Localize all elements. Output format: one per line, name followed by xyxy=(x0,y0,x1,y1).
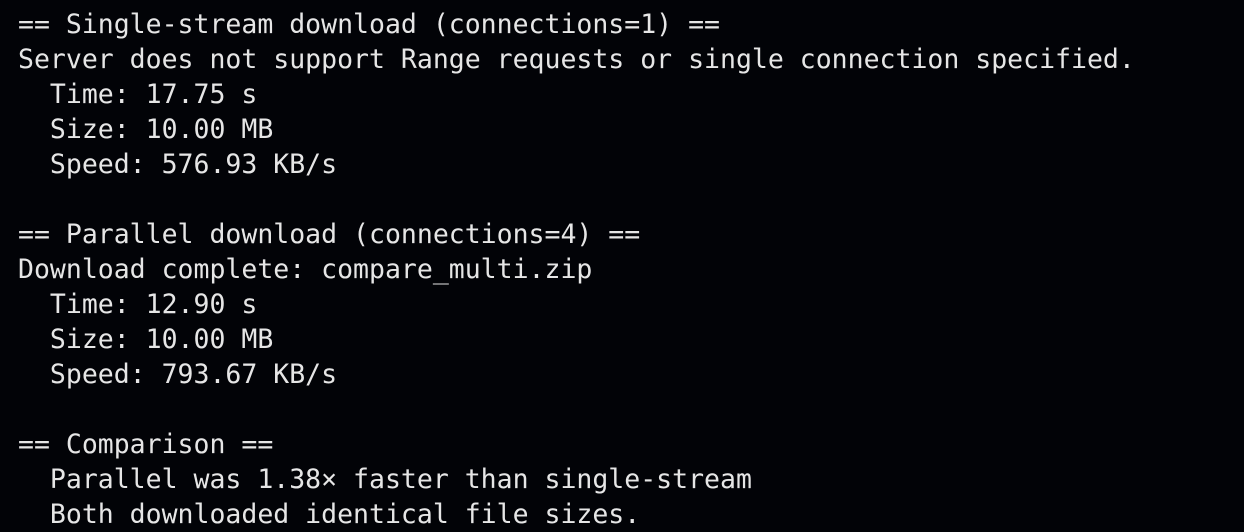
single-time: Time: 17.75 s xyxy=(18,79,258,110)
single-status-message: Server does not support Range requests o… xyxy=(18,44,1135,75)
section-header-single: == Single-stream download (connections=1… xyxy=(18,9,720,40)
parallel-size: Size: 10.00 MB xyxy=(18,324,274,355)
terminal-window[interactable]: (py3.) py @ p , [, p , py == Single-stre… xyxy=(0,0,1244,532)
parallel-status-message: Download complete: compare_multi.zip xyxy=(18,254,593,285)
section-header-comparison: == Comparison == xyxy=(18,429,274,460)
single-size: Size: 10.00 MB xyxy=(18,114,274,145)
single-speed: Speed: 576.93 KB/s xyxy=(18,149,338,180)
terminal-output: == Single-stream download (connections=1… xyxy=(18,7,1244,532)
comparison-speedup: Parallel was 1.38× faster than single-st… xyxy=(18,464,752,495)
comparison-size-check: Both downloaded identical file sizes. xyxy=(18,499,641,530)
parallel-speed: Speed: 793.67 KB/s xyxy=(18,359,338,390)
parallel-time: Time: 12.90 s xyxy=(18,289,258,320)
section-header-parallel: == Parallel download (connections=4) == xyxy=(18,219,641,250)
